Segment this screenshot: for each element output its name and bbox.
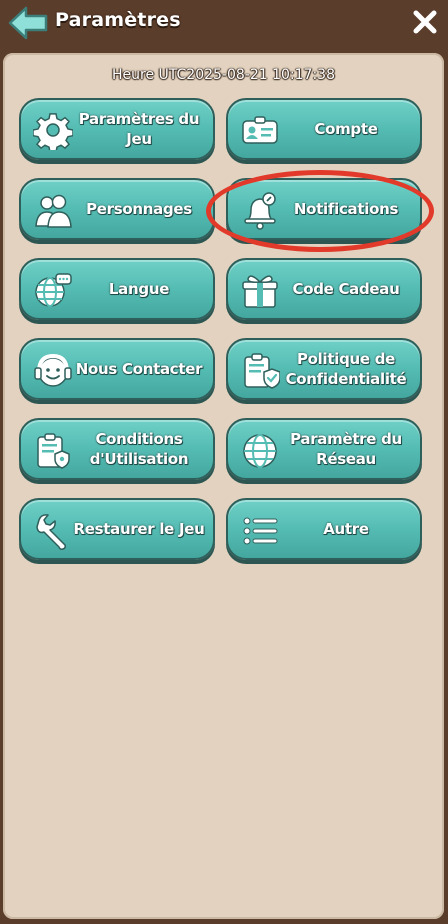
arrow-left-icon[interactable]: [6, 4, 50, 42]
characters-button[interactable]: Personnages: [19, 178, 215, 240]
contact-label: Nous Contacter: [75, 360, 203, 378]
other-button[interactable]: Autre: [226, 498, 422, 560]
users-icon: [35, 194, 72, 228]
utc-time-label: Heure UTC2025-08-21 10:17:38: [112, 67, 335, 83]
network-label: Paramètre du Réseau: [290, 430, 402, 468]
notifications-label: Notifications: [293, 200, 399, 218]
game-settings-button[interactable]: Paramètres du Jeu: [19, 98, 215, 160]
terms-button[interactable]: Conditions d'Utilisation: [19, 418, 215, 480]
clipboard-shield-icon: [37, 433, 70, 469]
settings-screen: Paramètres Heure UTC2025-08-21 10:17:38 …: [0, 0, 448, 924]
bell-icon: [244, 192, 276, 230]
globe-icon: [243, 434, 277, 468]
globe-chat-icon: [35, 273, 72, 307]
restore-label: Restaurer le Jeu: [73, 520, 205, 538]
gift-code-button[interactable]: Code Cadeau: [226, 258, 422, 320]
account-label: Compte: [314, 120, 378, 138]
clipboard-shield-icon: [244, 353, 280, 389]
id-card-icon: [242, 116, 278, 144]
headset-icon: [34, 353, 72, 387]
notifications-button[interactable]: Notifications: [226, 178, 422, 240]
terms-label: Conditions d'Utilisation: [89, 430, 189, 468]
close-icon[interactable]: [412, 9, 438, 35]
account-button[interactable]: Compte: [226, 98, 422, 160]
gift-icon: [242, 275, 278, 308]
characters-label: Personnages: [86, 200, 192, 218]
gear-icon: [33, 113, 73, 150]
contact-button[interactable]: Nous Contacter: [19, 338, 215, 400]
language-label: Langue: [108, 280, 170, 298]
language-button[interactable]: Langue: [19, 258, 215, 320]
header-bar: Paramètres: [0, 0, 448, 50]
privacy-button[interactable]: Politique de Confidentialité: [226, 338, 422, 400]
privacy-label: Politique de Confidentialité: [285, 350, 407, 388]
game-settings-label: Paramètres du Jeu: [78, 110, 200, 148]
restore-button[interactable]: Restaurer le Jeu: [19, 498, 215, 560]
settings-panel: Heure UTC2025-08-21 10:17:38 Paramètres …: [3, 53, 444, 919]
wrench-icon: [36, 514, 66, 550]
gift-code-label: Code Cadeau: [292, 280, 400, 298]
network-button[interactable]: Paramètre du Réseau: [226, 418, 422, 480]
page-title: Paramètres: [55, 9, 181, 31]
other-label: Autre: [323, 520, 369, 538]
list-icon: [243, 517, 278, 545]
